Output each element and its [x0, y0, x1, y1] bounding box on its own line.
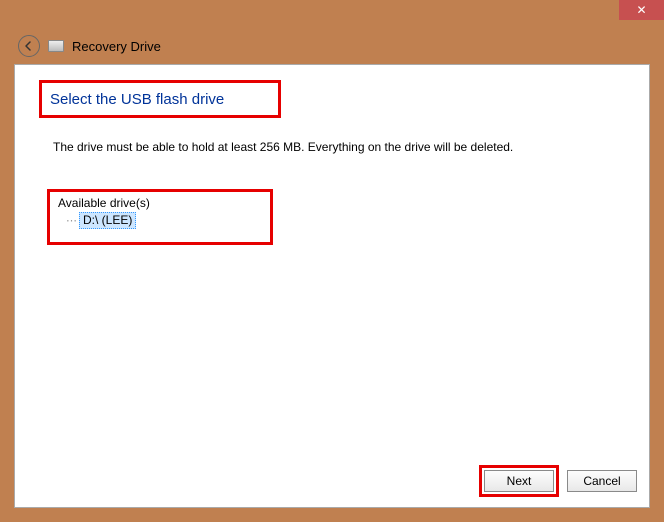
close-button[interactable]: ✕ — [619, 0, 664, 20]
tree-connector-icon: ⋯ — [66, 214, 77, 227]
button-row: Next Cancel — [479, 465, 637, 497]
page-heading: Select the USB flash drive — [50, 91, 224, 108]
wizard-header: Recovery Drive — [0, 28, 664, 64]
next-button[interactable]: Next — [484, 470, 554, 492]
title-bar: ✕ — [0, 0, 664, 28]
instruction-text: The drive must be able to hold at least … — [53, 140, 513, 154]
drive-label[interactable]: D:\ (LEE) — [79, 212, 136, 229]
heading-highlight: Select the USB flash drive — [39, 80, 281, 118]
available-drives-highlight: Available drive(s) ⋯ D:\ (LEE) — [47, 189, 273, 245]
drive-icon — [48, 40, 64, 52]
drive-list-item[interactable]: ⋯ D:\ (LEE) — [66, 212, 136, 229]
cancel-button[interactable]: Cancel — [567, 470, 637, 492]
available-drives-label: Available drive(s) — [58, 196, 262, 210]
back-button[interactable] — [18, 35, 40, 57]
close-icon: ✕ — [636, 3, 646, 17]
next-button-highlight: Next — [479, 465, 559, 497]
content-panel: Select the USB flash drive The drive mus… — [14, 64, 650, 508]
arrow-left-icon — [23, 40, 35, 52]
wizard-title: Recovery Drive — [72, 39, 161, 54]
